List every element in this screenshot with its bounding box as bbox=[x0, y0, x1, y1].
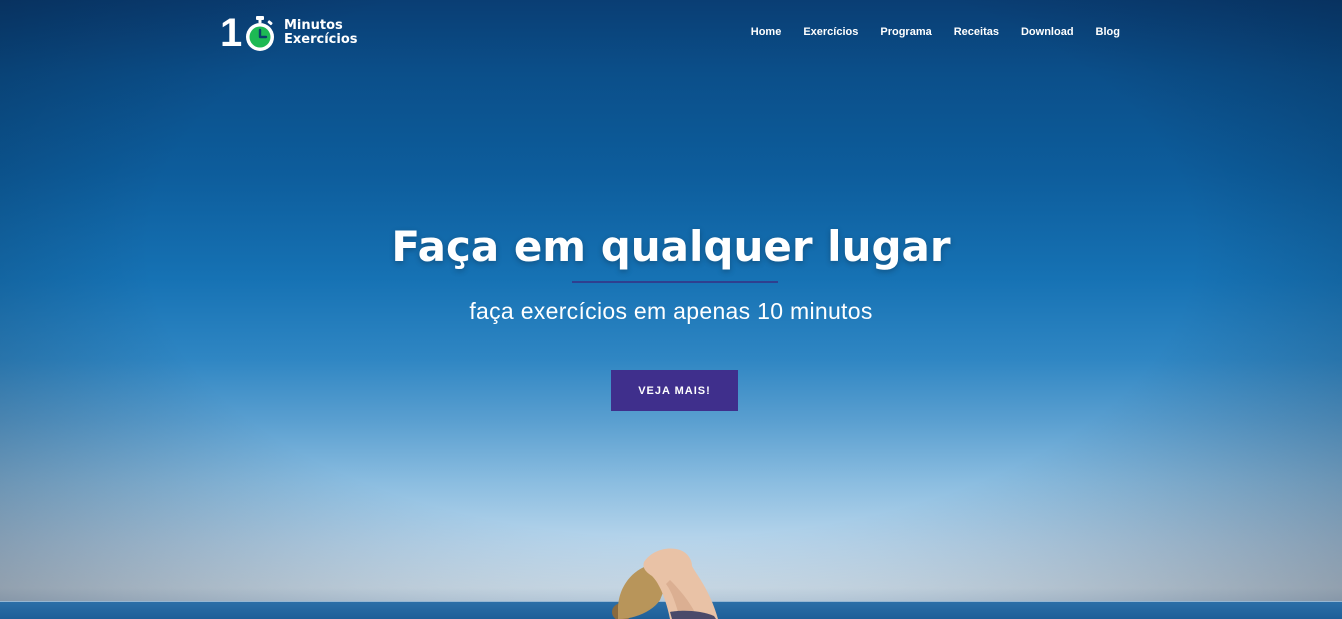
stopwatch-icon bbox=[246, 16, 274, 51]
nav-item-programa[interactable]: Programa bbox=[880, 24, 931, 40]
logo-mark: 1 bbox=[220, 12, 278, 54]
logo-line-2: Exercícios bbox=[284, 32, 358, 47]
person-image bbox=[612, 548, 718, 619]
veja-mais-button[interactable]: VEJA MAIS! bbox=[611, 370, 738, 411]
main-nav: Home Exercícios Programa Receitas Downlo… bbox=[729, 24, 1120, 40]
hero-title: Faça em qualquer lugar bbox=[391, 222, 951, 271]
title-divider bbox=[572, 281, 778, 283]
hero-subtitle: faça exercícios em apenas 10 minutos bbox=[469, 298, 873, 324]
nav-item-receitas[interactable]: Receitas bbox=[954, 24, 999, 40]
nav-item-home[interactable]: Home bbox=[751, 24, 782, 40]
hero-section: 1 Minutos Exercícios Home Exercícios Pro… bbox=[0, 0, 1342, 619]
nav-item-blog[interactable]: Blog bbox=[1096, 24, 1120, 40]
logo-line-1: Minutos bbox=[284, 18, 343, 33]
site-logo[interactable]: 1 Minutos Exercícios bbox=[220, 12, 360, 54]
logo-number: 1 bbox=[220, 11, 243, 55]
nav-item-exercicios[interactable]: Exercícios bbox=[803, 24, 858, 40]
nav-item-download[interactable]: Download bbox=[1021, 24, 1074, 40]
logo-text: Minutos Exercícios bbox=[284, 19, 358, 47]
